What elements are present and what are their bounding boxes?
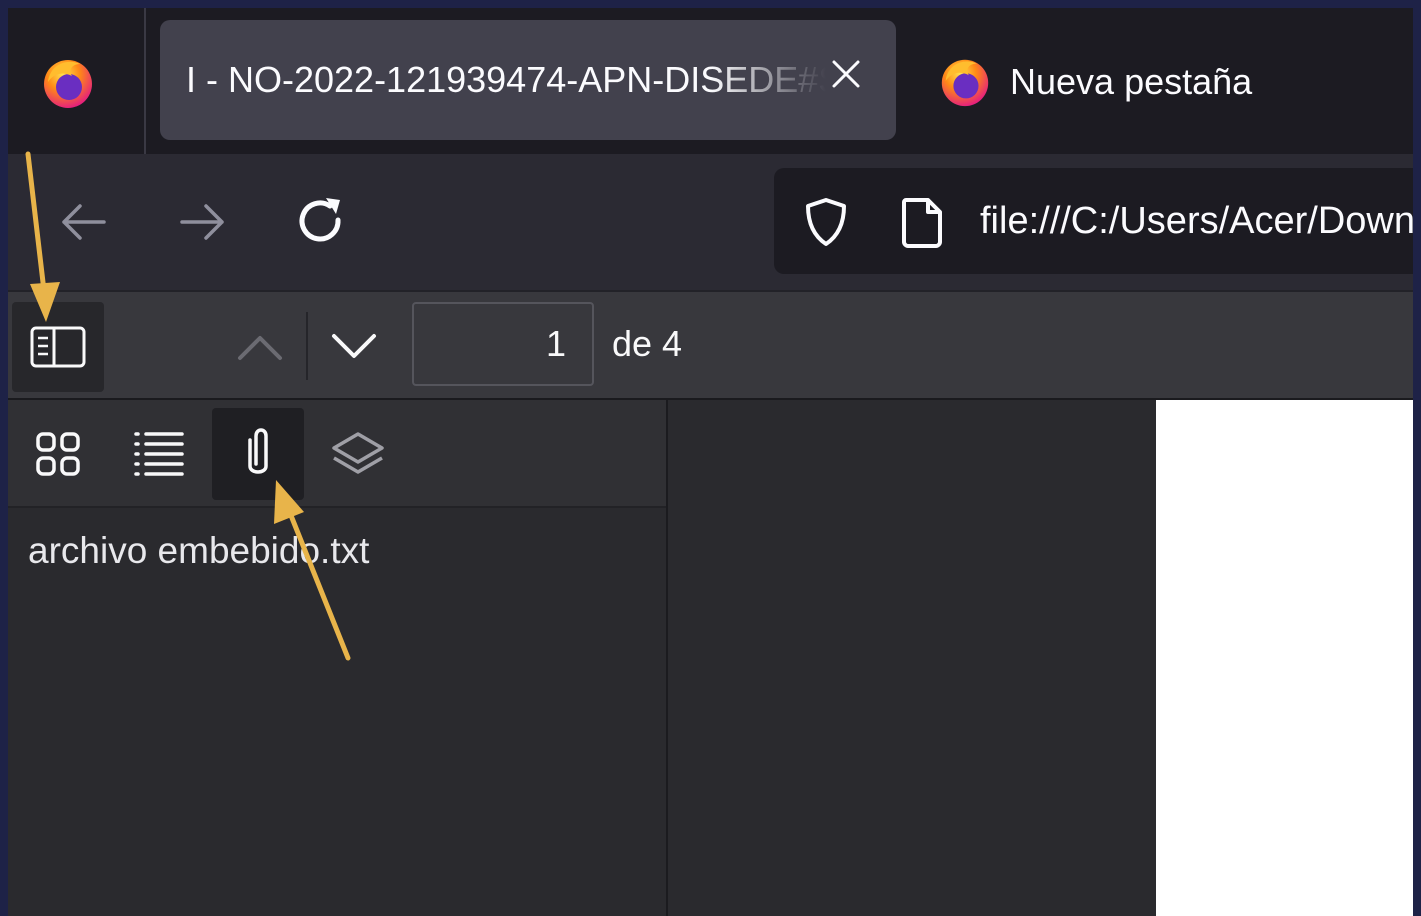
paperclip-icon [248, 428, 268, 474]
forward-arrow-icon[interactable] [172, 192, 232, 252]
attachment-item[interactable]: archivo embebido.txt [28, 530, 369, 572]
tab-active-pdf[interactable]: I - NO-2022-121939474-APN-DISEDE#SENASA [160, 20, 896, 140]
pdf-viewer-container [668, 400, 1413, 916]
thumbnails-grid-icon [36, 432, 80, 476]
sidebar-toggle-button[interactable] [12, 302, 104, 392]
layers-view-button[interactable] [312, 408, 404, 500]
shield-icon[interactable] [798, 194, 854, 250]
navigation-toolbar: file:///C:/Users/Acer/Downloads/I - NO-2… [8, 154, 1413, 290]
pdf-sidebar: archivo embebido.txt [8, 400, 668, 916]
pdf-toolbar: 1 de 4 [8, 290, 1413, 400]
url-text: file:///C:/Users/Acer/Downloads/I - NO-2… [980, 200, 1413, 242]
url-bar[interactable]: file:///C:/Users/Acer/Downloads/I - NO-2… [774, 168, 1413, 274]
layers-icon [332, 432, 384, 474]
tab-strip: I - NO-2022-121939474-APN-DISEDE#SENASA … [8, 8, 1413, 154]
browser-window: I - NO-2022-121939474-APN-DISEDE#SENASA … [8, 8, 1413, 916]
chevron-down-icon[interactable] [324, 314, 384, 374]
thumbnails-view-button[interactable] [12, 408, 104, 500]
page-count-label: de 4 [612, 323, 683, 364]
file-page-icon[interactable] [896, 194, 948, 250]
firefox-menu-icon[interactable] [38, 52, 98, 112]
chevron-up-icon[interactable] [230, 320, 290, 380]
tab-title: Nueva pestaña [1010, 61, 1253, 102]
outline-view-button[interactable] [112, 408, 204, 500]
page-number-input[interactable]: 1 [412, 302, 594, 386]
reload-icon[interactable] [292, 192, 352, 252]
sidebar-toggle-icon [30, 326, 86, 368]
close-icon[interactable] [824, 52, 868, 96]
pdf-page [1156, 400, 1413, 916]
sidebar-view-buttons [8, 400, 666, 508]
tab-title: I - NO-2022-121939474-APN-DISEDE#SENASA [186, 59, 826, 100]
back-arrow-icon[interactable] [54, 192, 114, 252]
outline-list-icon [134, 432, 184, 476]
attachments-view-button[interactable] [212, 408, 304, 500]
firefox-logo-icon [941, 59, 989, 107]
